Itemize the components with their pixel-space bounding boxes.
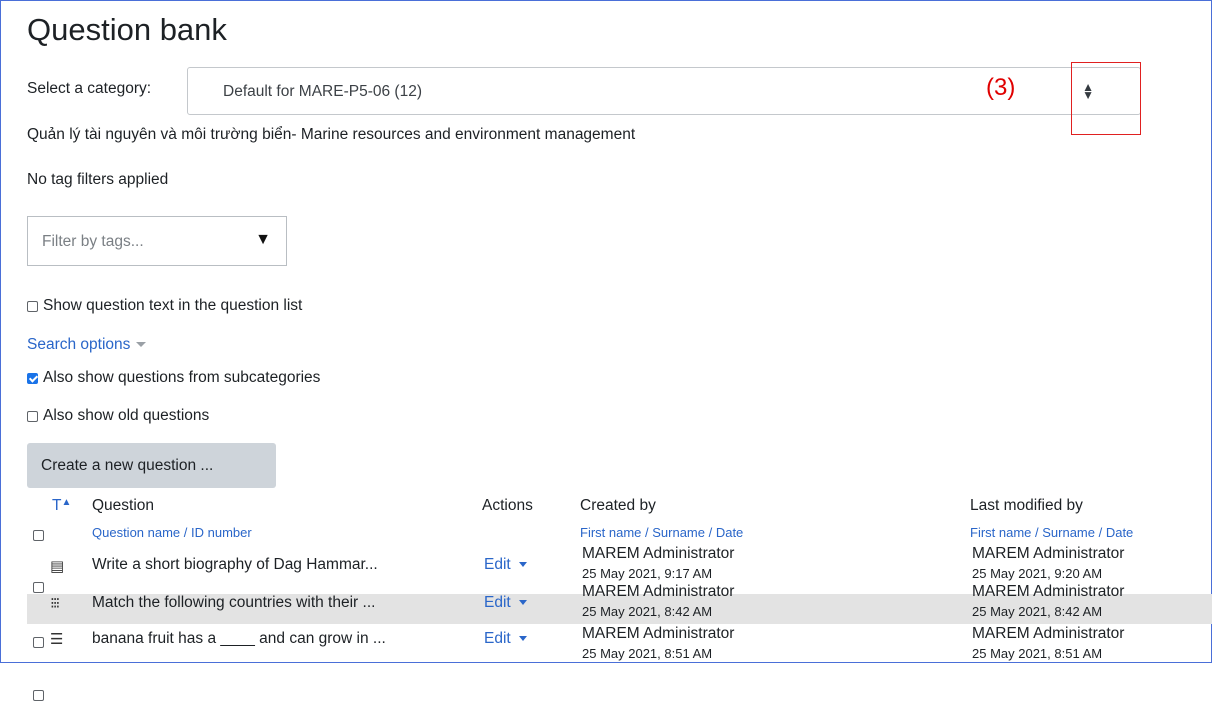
annotation-label: (3) (986, 74, 1016, 101)
edit-menu[interactable]: Edit (484, 594, 527, 612)
edit-link[interactable]: Edit (484, 594, 511, 611)
row-checkbox[interactable] (33, 637, 44, 648)
sort-asc-icon: ▲ (61, 497, 72, 508)
subcategories-option[interactable]: Also show questions from subcategories (27, 369, 320, 387)
created-by-name: MAREM Administrator (582, 583, 735, 600)
show-text-checkbox[interactable] (27, 300, 38, 312)
modified-by-name: MAREM Administrator (972, 625, 1125, 642)
created-by-name: MAREM Administrator (582, 545, 735, 562)
old-questions-option[interactable]: Also show old questions (27, 407, 209, 425)
edit-menu[interactable]: Edit (484, 556, 527, 574)
created-by-name: MAREM Administrator (582, 625, 735, 642)
show-text-option[interactable]: Show question text in the question list (27, 297, 302, 315)
search-options-link[interactable]: Search options (27, 336, 130, 353)
modified-date: 25 May 2021, 8:51 AM (972, 646, 1103, 661)
question-name: Match the following countries with their… (92, 594, 376, 611)
modified-date: 25 May 2021, 9:20 AM (972, 566, 1103, 581)
edit-link[interactable]: Edit (484, 556, 511, 573)
edit-link[interactable]: Edit (484, 630, 511, 647)
category-label: Select a category: (27, 80, 152, 97)
created-date: 25 May 2021, 8:51 AM (582, 646, 713, 661)
create-question-button[interactable]: Create a new question ... (27, 443, 276, 488)
modified-by-header: Last modified by (970, 497, 1083, 514)
edit-menu[interactable]: Edit (484, 630, 527, 648)
category-select-value: Default for MARE-P5-06 (12) (223, 83, 422, 100)
caret-down-icon (518, 600, 527, 606)
tag-filter-dropdown[interactable]: Filter by tags... ▼ (27, 216, 287, 266)
modified-by-name: MAREM Administrator (972, 545, 1125, 562)
search-options-toggle[interactable]: Search options (27, 336, 147, 354)
course-description: Quản lý tài nguyên và môi trường biển- M… (27, 126, 636, 143)
show-text-label: Show question text in the question list (43, 297, 303, 314)
row-checkbox[interactable] (33, 690, 44, 701)
old-questions-label: Also show old questions (43, 407, 210, 424)
tag-filter-status: No tag filters applied (27, 171, 169, 188)
created-by-header: Created by (580, 497, 656, 514)
caret-down-icon (518, 636, 527, 642)
question-header[interactable]: Question (92, 497, 154, 515)
created-date: 25 May 2021, 9:17 AM (582, 566, 713, 581)
essay-question-icon: ▤ (50, 558, 65, 575)
actions-header: Actions (482, 497, 533, 514)
tag-filter-placeholder: Filter by tags... (42, 233, 144, 250)
question-name: banana fruit has a ____ and can grow in … (92, 630, 386, 647)
caret-down-icon (518, 562, 527, 568)
created-by-subheader[interactable]: First name / Surname / Date (580, 525, 743, 540)
dropdown-arrow-icon: ▼ (255, 231, 271, 248)
page-title: Question bank (27, 12, 227, 47)
matching-question-icon: ⁝⁝⁝ (50, 595, 60, 612)
caret-down-icon (136, 342, 147, 348)
type-sort-header[interactable]: T▲ (52, 497, 71, 515)
modified-by-name: MAREM Administrator (972, 583, 1125, 600)
modified-by-subheader[interactable]: First name / Surname / Date (970, 525, 1133, 540)
row-checkbox[interactable] (33, 582, 44, 593)
annotation-highlight-box (1071, 62, 1141, 135)
question-subheader[interactable]: Question name / ID number (92, 525, 252, 540)
multichoice-question-icon: ☰ (50, 631, 64, 648)
select-all-checkbox[interactable] (33, 530, 44, 541)
created-date: 25 May 2021, 8:42 AM (582, 604, 713, 619)
modified-date: 25 May 2021, 8:42 AM (972, 604, 1103, 619)
subcategories-checkbox[interactable] (27, 372, 38, 384)
old-questions-checkbox[interactable] (27, 410, 38, 422)
subcategories-label: Also show questions from subcategories (43, 369, 321, 386)
question-name: Write a short biography of Dag Hammar... (92, 556, 378, 573)
